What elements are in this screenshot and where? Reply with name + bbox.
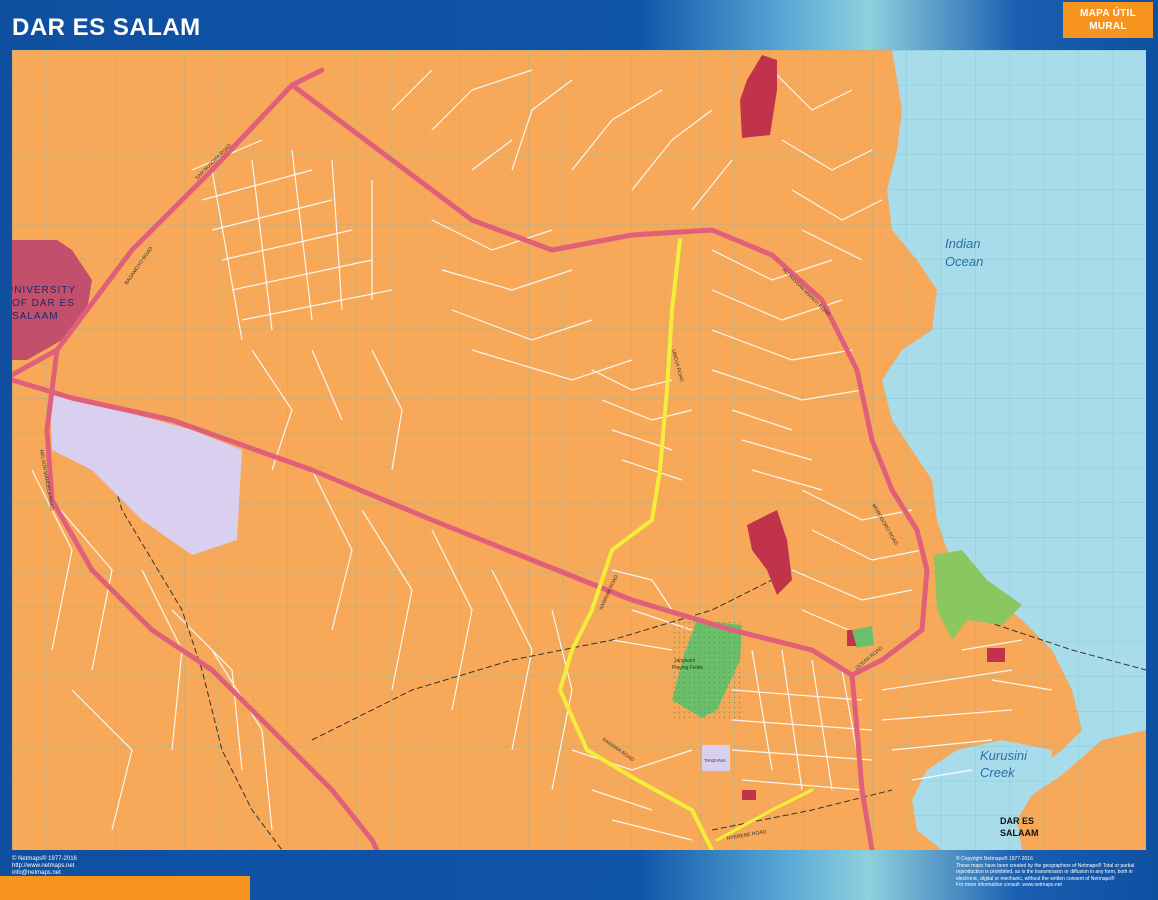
ocean-label-2: Ocean bbox=[945, 254, 983, 269]
legal-line-3: reproduction is prohibited, as is the tr… bbox=[956, 869, 1133, 875]
golf-label-1: Jangwani bbox=[674, 658, 695, 664]
hospital-label: TANZANIA bbox=[704, 758, 726, 763]
university-label-2: OF DAR ES bbox=[12, 298, 75, 309]
footer-copyright: © Netmaps® 1977-2016 bbox=[12, 856, 77, 862]
landmark-small-2 bbox=[987, 648, 1005, 662]
university-label-1: UNIVERSITY bbox=[12, 285, 76, 296]
ocean-label-1: Indian bbox=[945, 236, 980, 251]
footer-accent-bar bbox=[0, 876, 250, 900]
creek-label-1: Kurusini bbox=[980, 748, 1028, 763]
creek-label-2: Creek bbox=[980, 765, 1016, 780]
city-label-2: SALAAM bbox=[1000, 828, 1039, 838]
brand-badge[interactable]: MAPA ÚTIL MURAL bbox=[1063, 2, 1153, 38]
university-label-3: SALAAM bbox=[12, 311, 59, 322]
footer-legal: © Copyright Netmaps® 1977-2016 These map… bbox=[956, 856, 1151, 889]
city-label-1: DAR ES bbox=[1000, 816, 1034, 826]
badge-line-1: MAPA ÚTIL bbox=[1079, 8, 1137, 19]
golf-label-2: Playing Fields bbox=[672, 665, 704, 671]
footer-credits: © Netmaps® 1977-2016 http://www.netmaps.… bbox=[12, 856, 77, 877]
map-title: DAR ES SALAM bbox=[12, 14, 201, 41]
landmark-small-3 bbox=[742, 790, 756, 800]
footer-website[interactable]: http://www.netmaps.net bbox=[12, 863, 77, 870]
map-canvas[interactable]: Indian Ocean Kurusini Creek DAR ES SALAA… bbox=[12, 50, 1146, 850]
badge-line-2: MURAL bbox=[1089, 21, 1127, 32]
legal-line-5: For more information consult: www.netmap… bbox=[956, 882, 1062, 888]
